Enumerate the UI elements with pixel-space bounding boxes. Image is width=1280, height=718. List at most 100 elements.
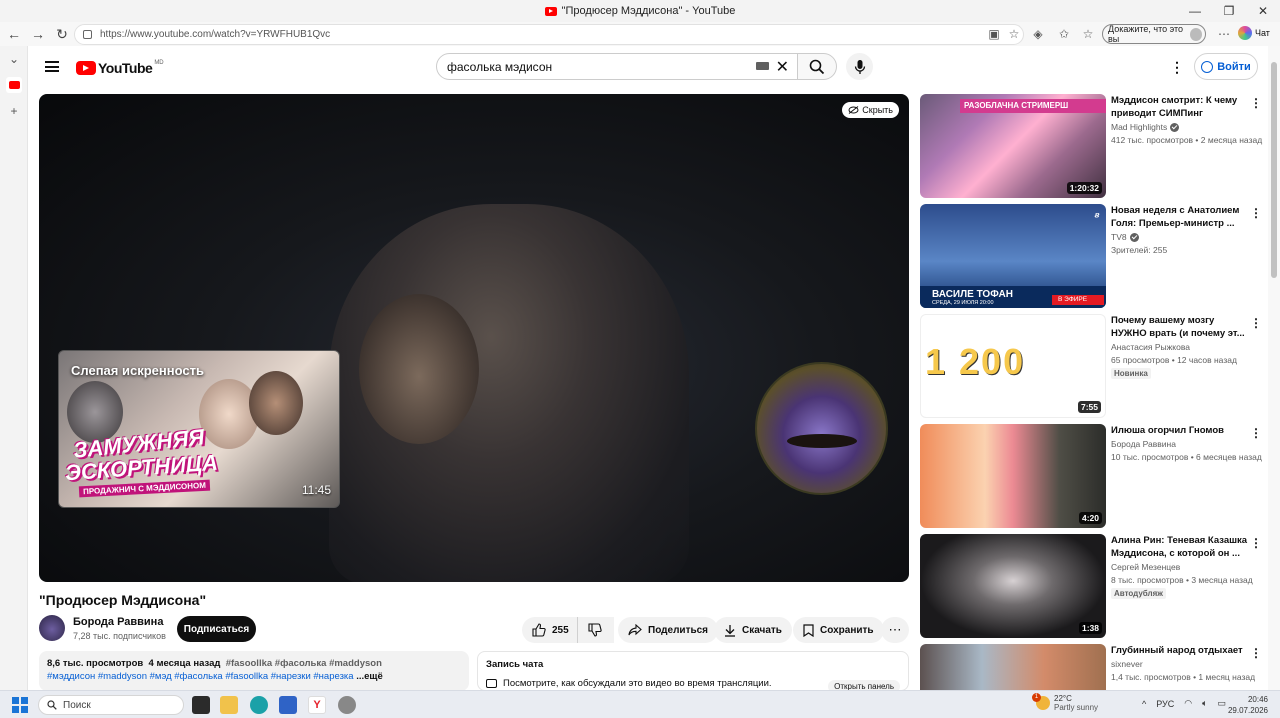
recommendation-thumbnail[interactable] — [920, 644, 1106, 690]
hide-endscreen-button[interactable]: Скрыть — [842, 102, 899, 118]
share-button[interactable]: Поделиться — [618, 617, 719, 643]
channel-name[interactable]: Борода Раввина — [73, 616, 163, 628]
yandex-browser-icon[interactable]: Y — [308, 696, 326, 714]
description-tags-line2[interactable]: #мэддисон #maddyson #мэд #фасолька #faso… — [47, 671, 354, 682]
video-player[interactable]: Скрыть Слепая искренность ЗАМУЖНЯЯ ЭСКОР… — [39, 94, 909, 582]
task-view-icon[interactable] — [192, 696, 210, 714]
wifi-icon[interactable]: ◠ — [1184, 698, 1192, 709]
recommendation-channel: sixnever — [1111, 659, 1143, 669]
restore-button[interactable]: ❐ — [1212, 0, 1246, 22]
profile-label: Докажите, что это вы — [1108, 24, 1184, 44]
download-button[interactable]: Скачать — [714, 617, 792, 643]
back-icon[interactable]: ← — [2, 22, 26, 46]
recommendation-thumbnail[interactable]: РАЗОБЛАЧНА СТРИМЕРШ 1:20:32 — [920, 94, 1106, 198]
taskbar-clock[interactable]: 20:46 29.07.2026 — [1228, 694, 1268, 716]
favorites-icon[interactable]: ✩ — [1056, 26, 1072, 42]
copilot-chat-button[interactable]: Чат — [1238, 26, 1270, 40]
recommendation-title[interactable]: Новая неделя с Анатолием Голя: Премьер-м… — [1111, 204, 1251, 230]
battery-icon[interactable]: ▭ — [1218, 698, 1227, 709]
keyboard-language[interactable]: РУС — [1156, 699, 1174, 709]
action-menu-icon[interactable]: ⋮ — [1250, 536, 1262, 550]
settings-gear-icon[interactable] — [338, 696, 356, 714]
recommendation-thumbnail[interactable]: ⁸ ВАСИЛЕ ТОФАН СРЕДА, 29 ИЮЛЯ 20:00 В ЭФ… — [920, 204, 1106, 308]
recommendation-meta: Зрителей: 255 — [1111, 245, 1168, 255]
taskbar-search-input[interactable]: Поиск — [38, 695, 184, 715]
description-meta: 8,6 тыс. просмотров 4 месяца назад #faso… — [47, 658, 461, 669]
app-available-icon[interactable]: ▣ — [986, 26, 1002, 42]
recommendation-item[interactable]: Глубинный народ отдыхает sixnever 1,4 ты… — [920, 644, 1268, 690]
recommendation-title[interactable]: Почему вашему мозгу НУЖНО врать (и почем… — [1111, 314, 1251, 340]
weather-widget[interactable]: 1 22°C Partly sunny — [1032, 693, 1098, 712]
action-menu-icon[interactable]: ⋮ — [1250, 206, 1262, 220]
action-menu-icon[interactable]: ⋮ — [1250, 96, 1262, 110]
recommendation-thumbnail[interactable]: 1 200 7:55 — [920, 314, 1106, 418]
close-button[interactable]: ✕ — [1246, 0, 1280, 22]
collections-icon[interactable]: ☆ — [1080, 26, 1096, 42]
extensions-icon[interactable]: ◈ — [1030, 26, 1046, 42]
recommendation-meta: 10 тыс. просмотров • 6 месяцев назад — [1111, 452, 1262, 462]
action-menu-icon[interactable]: ⋮ — [1250, 646, 1262, 660]
recommendation-title[interactable]: Мэддисон смотрит: К чему приводит СИМПин… — [1111, 94, 1251, 120]
save-button[interactable]: Сохранить — [793, 617, 884, 643]
dislike-button[interactable] — [577, 617, 613, 643]
recommendation-thumbnail[interactable]: 1:38 — [920, 534, 1106, 638]
recommendation-item[interactable]: РАЗОБЛАЧНА СТРИМЕРШ 1:20:32 Мэддисон смо… — [920, 94, 1268, 198]
search-input[interactable]: фасолька мэдисон ✕ — [436, 53, 798, 80]
tray-chevron-icon[interactable]: ^ — [1142, 699, 1146, 709]
channel-name[interactable]: Анастасия Рыжкова — [1111, 342, 1190, 352]
action-menu-icon[interactable]: ⋮ — [1250, 316, 1262, 330]
recommendation-item[interactable]: ⁸ ВАСИЛЕ ТОФАН СРЕДА, 29 ИЮЛЯ 20:00 В ЭФ… — [920, 204, 1268, 308]
favorite-star-icon[interactable]: ☆ — [1006, 26, 1022, 42]
scrollbar-thumb[interactable] — [1271, 62, 1277, 278]
clear-search-icon[interactable]: ✕ — [776, 57, 789, 77]
recommendation-item[interactable]: 1:38 Алина Рин: Теневая Казашка Мэддисон… — [920, 534, 1268, 638]
chat-replay-text: Посмотрите, как обсуждали это видео во в… — [503, 678, 772, 689]
signin-button[interactable]: Войти — [1194, 53, 1258, 80]
channel-avatar[interactable] — [39, 615, 65, 641]
recommendation-thumbnail[interactable]: 4:20 — [920, 424, 1106, 528]
menu-hamburger-icon[interactable] — [45, 61, 59, 72]
channel-name[interactable]: Сергей Мезенцев — [1111, 562, 1180, 572]
tab-youtube[interactable] — [0, 72, 28, 98]
site-info-icon[interactable] — [83, 30, 92, 39]
volume-icon[interactable]: 🔈︎ — [1202, 698, 1207, 709]
minimize-button[interactable]: — — [1178, 0, 1212, 22]
more-actions-button[interactable]: ⋯ — [881, 617, 909, 643]
windows-start-icon[interactable] — [12, 697, 28, 713]
keyboard-icon[interactable] — [756, 62, 769, 70]
channel-name[interactable]: Mad Highlights — [1111, 122, 1167, 132]
address-bar[interactable]: https://www.youtube.com/watch?v=YRWFHUB1… — [74, 24, 1024, 45]
recommendation-title[interactable]: Илюша огорчил Гномов — [1111, 424, 1251, 437]
description-tags-line1[interactable]: #fasoollka #фасолька #maddyson — [226, 658, 382, 669]
recommendation-title[interactable]: Алина Рин: Теневая Казашка Мэддисона, с … — [1111, 534, 1251, 560]
file-explorer-icon[interactable] — [220, 696, 238, 714]
thumbnail-text: 1 200 — [925, 341, 1026, 382]
forward-icon[interactable]: → — [26, 22, 50, 46]
edge-browser-icon[interactable] — [250, 696, 268, 714]
endscreen-video-card[interactable]: Слепая искренность ЗАМУЖНЯЯ ЭСКОРТНИЦА П… — [58, 350, 340, 508]
recommendation-title[interactable]: Глубинный народ отдыхает — [1111, 644, 1251, 657]
refresh-icon[interactable]: ↻ — [50, 22, 74, 46]
recommendation-item[interactable]: 4:20 Илюша огорчил Гномов Борода Раввина… — [920, 424, 1268, 528]
page-scrollbar[interactable] — [1268, 46, 1280, 690]
system-tray: ^ РУС ◠ 🔈︎ ▭ — [1142, 698, 1226, 709]
recommendation-item[interactable]: 1 200 7:55 Почему вашему мозгу НУЖНО вра… — [920, 314, 1268, 418]
search-query: фасолька мэдисон — [447, 59, 553, 74]
store-icon[interactable] — [279, 696, 297, 714]
channel-name[interactable]: sixnever — [1111, 659, 1143, 669]
tab-actions-chevron-icon[interactable]: ⌄ — [0, 46, 28, 72]
show-more-link[interactable]: ...ещё — [356, 671, 383, 682]
subscribe-button[interactable]: Подписаться — [177, 616, 256, 642]
channel-name[interactable]: Борода Раввина — [1111, 439, 1176, 449]
new-tab-plus-icon[interactable]: + — [0, 98, 28, 124]
search-button[interactable] — [797, 53, 837, 80]
description-box[interactable]: 8,6 тыс. просмотров 4 месяца назад #faso… — [39, 651, 469, 691]
voice-search-button[interactable] — [846, 53, 873, 80]
profile-button[interactable]: Докажите, что это вы — [1102, 24, 1206, 44]
channel-watermark[interactable] — [755, 362, 888, 495]
action-menu-icon[interactable]: ⋮ — [1250, 426, 1262, 440]
settings-menu-icon[interactable]: ⋮ — [1170, 59, 1184, 76]
youtube-logo[interactable]: YouTube MD — [76, 60, 164, 76]
more-menu-icon[interactable]: ⋯ — [1216, 26, 1232, 42]
channel-name[interactable]: TV8 — [1111, 232, 1127, 242]
